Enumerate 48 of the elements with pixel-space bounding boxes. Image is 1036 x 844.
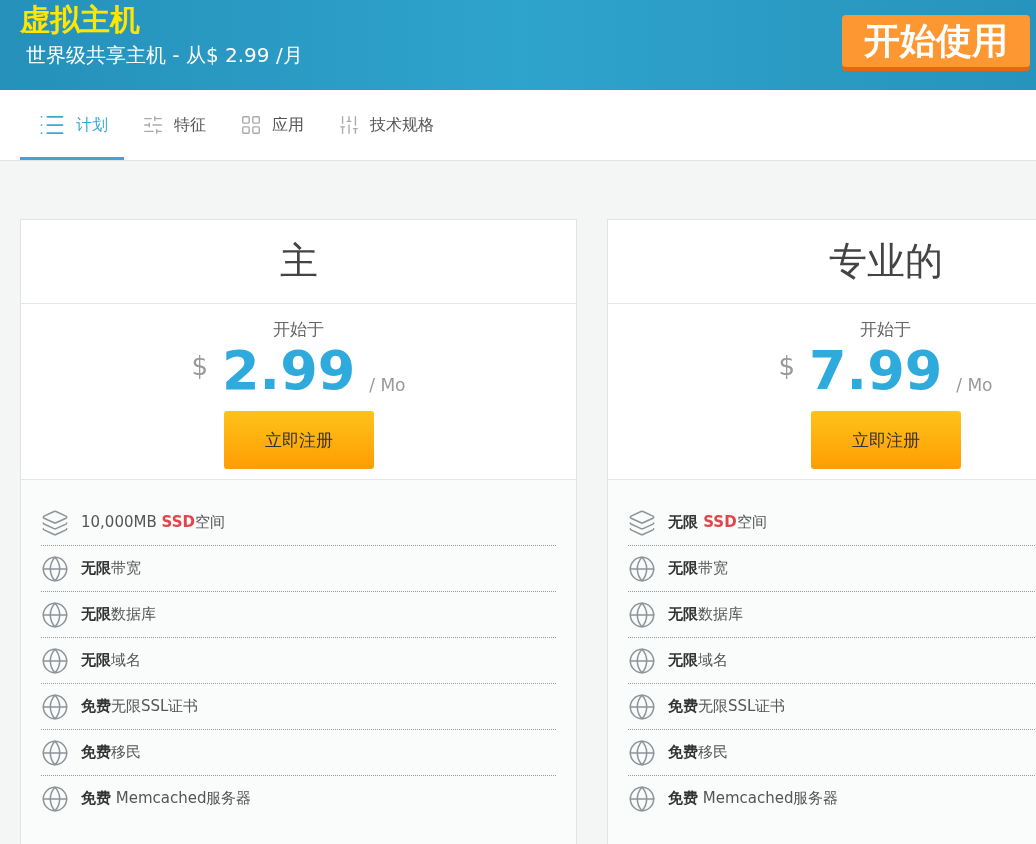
feature-text: 免费移民 <box>668 743 728 762</box>
globe-icon <box>41 692 69 721</box>
feature-text: 无限域名 <box>668 651 728 670</box>
globe-icon <box>41 646 69 675</box>
feature-text: 免费 Memcached服务器 <box>81 789 252 808</box>
tab[interactable]: 应用 <box>222 90 320 160</box>
tab[interactable]: 特征 <box>124 90 222 160</box>
globe-icon <box>628 600 656 629</box>
banner-title: 虚拟主机 <box>20 1 141 39</box>
currency-sign: $ <box>191 351 209 381</box>
feature-text: 无限带宽 <box>81 559 141 578</box>
feature-text: 无限域名 <box>81 651 141 670</box>
price-period: / Mo <box>369 375 406 395</box>
price-period: / Mo <box>956 375 993 395</box>
globe-icon <box>628 738 656 767</box>
tab[interactable]: 技术规格 <box>320 90 450 160</box>
layers-icon <box>41 508 69 537</box>
globe-icon <box>41 784 69 813</box>
banner-subtitle: 世界级共享主机 - 从$ 2.99 /月 <box>26 42 303 68</box>
feature-text: 免费 Memcached服务器 <box>668 789 839 808</box>
plan-name: 主 <box>21 220 576 304</box>
sliders-icon <box>142 114 164 136</box>
layers-icon <box>628 508 656 537</box>
feature-text: 免费移民 <box>81 743 141 762</box>
feature-text: 无限带宽 <box>668 559 728 578</box>
plan-name: 专业的 <box>608 220 1036 304</box>
globe-icon <box>41 600 69 629</box>
feature-text: 无限数据库 <box>81 605 156 624</box>
globe-icon <box>628 554 656 583</box>
globe-icon <box>41 738 69 767</box>
globe-icon <box>628 784 656 813</box>
feature-text: 免费无限SSL证书 <box>668 697 786 716</box>
feature-text: 10,000MB SSD空间 <box>81 513 225 532</box>
globe-icon <box>628 646 656 675</box>
starts-at-label: 开始于 <box>273 318 324 341</box>
sliders-icon <box>338 114 360 136</box>
grid-icon <box>240 114 262 136</box>
signup-button[interactable]: 立即注册 <box>810 411 961 469</box>
currency-sign: $ <box>778 351 796 381</box>
starts-at-label: 开始于 <box>860 318 911 341</box>
signup-button[interactable]: 立即注册 <box>223 411 374 469</box>
plan-price: 7.99 <box>809 339 943 403</box>
plan-price: 2.99 <box>222 339 356 403</box>
feature-text: 无限数据库 <box>668 605 743 624</box>
feature-text: 免费无限SSL证书 <box>81 697 199 716</box>
globe-icon <box>41 554 69 583</box>
feature-text: 无限 SSD空间 <box>668 513 767 532</box>
globe-icon <box>628 692 656 721</box>
